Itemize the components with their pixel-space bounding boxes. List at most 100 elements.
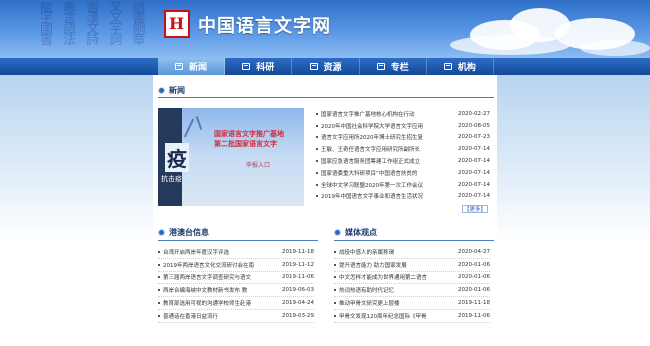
- hk-item-title[interactable]: 教育部选用可视的沟通学校师生赴港: [163, 299, 282, 307]
- nav-item-news[interactable]: 新闻: [158, 58, 226, 75]
- news-item-title[interactable]: 语言文字应用所2020年博士研究生招生复: [321, 133, 458, 141]
- image-big-char: 疫: [165, 143, 189, 172]
- site-logo[interactable]: H: [164, 10, 190, 38]
- bullet-icon: [158, 86, 165, 94]
- bullet-dot: [316, 183, 318, 186]
- media-item[interactable]: 提升语言能力 助力国家发展 2020-01-06: [334, 259, 490, 272]
- news-item[interactable]: 全球中文学习联盟2020年第一次工作会议 2020-07-14: [316, 179, 490, 191]
- news-item[interactable]: 国家语言文字推广基地核心机构在行动 2020-02-27: [316, 108, 490, 120]
- nav-item-research[interactable]: 科研: [225, 58, 293, 75]
- hk-item-date: 2019-11-06: [282, 274, 314, 281]
- brush-stroke: [195, 116, 203, 130]
- site-title[interactable]: 中国语言文字网: [198, 12, 331, 38]
- news-item[interactable]: 语言文字应用所2020年博士研究生招生复 2020-07-23: [316, 132, 490, 144]
- media-item-title[interactable]: 提升语言能力 助力国家发展: [339, 261, 458, 269]
- hk-item[interactable]: 教育部选用可视的沟通学校师生赴港 2019-04-24: [158, 297, 314, 310]
- media-item-title[interactable]: 热词热语有助时代记忆: [339, 286, 458, 294]
- nav-item-label: 专栏: [390, 63, 409, 73]
- page: 龍 鳳 書 文 語 字 言 漢 文 書 國 語 文 字 網 書 法 詩 詞 章 …: [0, 0, 650, 346]
- bullet-dot: [316, 171, 318, 174]
- section-divider: [334, 240, 494, 241]
- media-item-date: 2020-04-27: [458, 248, 490, 255]
- header-banner: 龍 鳳 書 文 語 字 言 漢 文 書 國 語 文 字 網 書 法 詩 詞 章 …: [0, 0, 650, 58]
- news-section-header: 新闻: [158, 83, 185, 97]
- bullet-dot: [158, 250, 160, 253]
- media-section-header: 媒体观点: [334, 225, 377, 239]
- logo-mark: H: [169, 14, 185, 33]
- media-item-title[interactable]: 战役中感人的亲属称谓: [339, 248, 458, 256]
- bullet-dot: [316, 136, 318, 139]
- media-item-title[interactable]: 中文怎样才能成为世界通用第二语言: [339, 273, 458, 281]
- news-item[interactable]: 国家语委重大科研项目“中国语言扶贫的 2020-07-14: [316, 167, 490, 179]
- hk-item[interactable]: 普通话在香港日益流行 2019-03-29: [158, 310, 314, 323]
- building-icon: [443, 63, 452, 70]
- news-list: 国家语言文字推广基地核心机构在行动 2020-02-27 2020年中国社会科学院…: [316, 108, 490, 202]
- hk-item[interactable]: 两岸合编海峡中文教材新书发布 教 2019-06-03: [158, 284, 314, 298]
- media-item[interactable]: 热词热语有助时代记忆 2020-01-06: [334, 284, 490, 298]
- image-side-text: 抗击疫: [161, 175, 182, 183]
- hk-item-title[interactable]: 普通话在香港日益流行: [163, 312, 282, 320]
- hk-list: 台湾开启两岸年度汉字评选 2019-11-18 2019年两岸语言文化交流研讨会在…: [158, 246, 314, 323]
- bullet-dot: [316, 160, 318, 163]
- section-title: 媒体观点: [345, 227, 377, 237]
- section-divider: [158, 97, 494, 98]
- nav-item-institutions[interactable]: 机构: [427, 58, 495, 75]
- hk-item-title[interactable]: 第三届两岸语言文字调查研究与语文: [163, 273, 282, 281]
- hk-item-title[interactable]: 台湾开启两岸年度汉字评选: [163, 248, 282, 256]
- media-item[interactable]: 战役中感人的亲属称谓 2020-04-27: [334, 246, 490, 259]
- news-item-date: 2020-08-05: [458, 122, 490, 129]
- media-item-date: 2019-11-06: [458, 312, 490, 319]
- nav-item-columns[interactable]: 专栏: [360, 58, 427, 75]
- bullet-dot: [334, 276, 336, 279]
- media-item-date: 2019-11-18: [458, 300, 490, 307]
- news-item-title[interactable]: 国家语言文字推广基地核心机构在行动: [321, 110, 458, 118]
- hk-item[interactable]: 台湾开启两岸年度汉字评选 2019-11-18: [158, 246, 314, 259]
- hk-item[interactable]: 2019年两岸语言文化交流研讨会在南 2019-11-12: [158, 259, 314, 272]
- more-link[interactable]: 【更多】: [462, 205, 488, 213]
- hk-item-date: 2019-03-29: [282, 312, 314, 319]
- media-item[interactable]: 中文怎样才能成为世界通用第二语言 2020-01-06: [334, 272, 490, 285]
- news-item-title[interactable]: 国家语委重大科研项目“中国语言扶贫的: [321, 169, 458, 177]
- bullet-dot: [334, 314, 336, 317]
- main-nav: 新闻 科研 资源 专栏 机构: [0, 58, 650, 75]
- section-title: 新闻: [169, 85, 185, 95]
- cloud-shape: [450, 35, 570, 55]
- document-icon: [242, 63, 251, 70]
- nav-item-label: 科研: [256, 63, 275, 73]
- brush-stroke: [183, 118, 195, 138]
- news-item[interactable]: 王敏、王奇任语言文字应用研究所副所长 2020-07-14: [316, 143, 490, 155]
- news-item-title[interactable]: 国家应急语言服务团筹建工作组正式成立: [321, 157, 458, 165]
- news-item[interactable]: 2019年中国语言文字事业和语言生活状况 2020-07-14: [316, 191, 490, 203]
- news-item-date: 2020-07-14: [458, 193, 490, 200]
- nav-item-resources[interactable]: 资源: [292, 58, 360, 75]
- media-item[interactable]: 推动甲骨文研究更上层楼 2019-11-18: [334, 297, 490, 310]
- media-item-date: 2020-01-06: [458, 261, 490, 268]
- image-caption-line3: 申报入口: [246, 162, 271, 169]
- news-item-date: 2020-07-14: [458, 169, 490, 176]
- folder-icon: [309, 63, 318, 70]
- news-item-title[interactable]: 全球中文学习联盟2020年第一次工作会议: [321, 181, 458, 189]
- bullet-dot: [158, 289, 160, 292]
- news-item-title[interactable]: 2020年中国社会科学院大学语言文字应用: [321, 122, 458, 130]
- news-item-date: 2020-07-14: [458, 146, 490, 153]
- hk-item-date: 2019-06-03: [282, 287, 314, 294]
- media-item-title[interactable]: 甲骨文发现120周年纪念国际《甲骨: [339, 312, 458, 320]
- media-item-date: 2020-01-06: [458, 287, 490, 294]
- news-item[interactable]: 国家应急语言服务团筹建工作组正式成立 2020-07-14: [316, 155, 490, 167]
- book-icon: [376, 63, 385, 70]
- news-item-title[interactable]: 2019年中国语言文字事业和语言生活状况: [321, 192, 458, 200]
- nav-item-label: 机构: [457, 63, 476, 73]
- nav-item-label: 资源: [323, 63, 342, 73]
- news-item-date: 2020-07-23: [458, 134, 490, 141]
- hk-item[interactable]: 第三届两岸语言文字调查研究与语文 2019-11-06: [158, 272, 314, 285]
- media-item[interactable]: 甲骨文发现120周年纪念国际《甲骨 2019-11-06: [334, 310, 490, 323]
- news-item-title[interactable]: 王敏、王奇任语言文字应用研究所副所长: [321, 145, 458, 153]
- hk-item-title[interactable]: 2019年两岸语言文化交流研讨会在南: [163, 261, 282, 269]
- media-item-title[interactable]: 推动甲骨文研究更上层楼: [339, 299, 458, 307]
- news-feature-image[interactable]: 疫 抗击疫 国家语言文字推广基地 第二批国家语言文字 申报入口: [158, 108, 304, 206]
- hk-item-title[interactable]: 两岸合编海峡中文教材新书发布 教: [163, 286, 282, 294]
- bullet-dot: [316, 124, 318, 127]
- nav-item-label: 新闻: [189, 63, 208, 73]
- news-item[interactable]: 2020年中国社会科学院大学语言文字应用 2020-08-05: [316, 120, 490, 132]
- nav-items: 新闻 科研 资源 专栏 机构: [158, 58, 495, 75]
